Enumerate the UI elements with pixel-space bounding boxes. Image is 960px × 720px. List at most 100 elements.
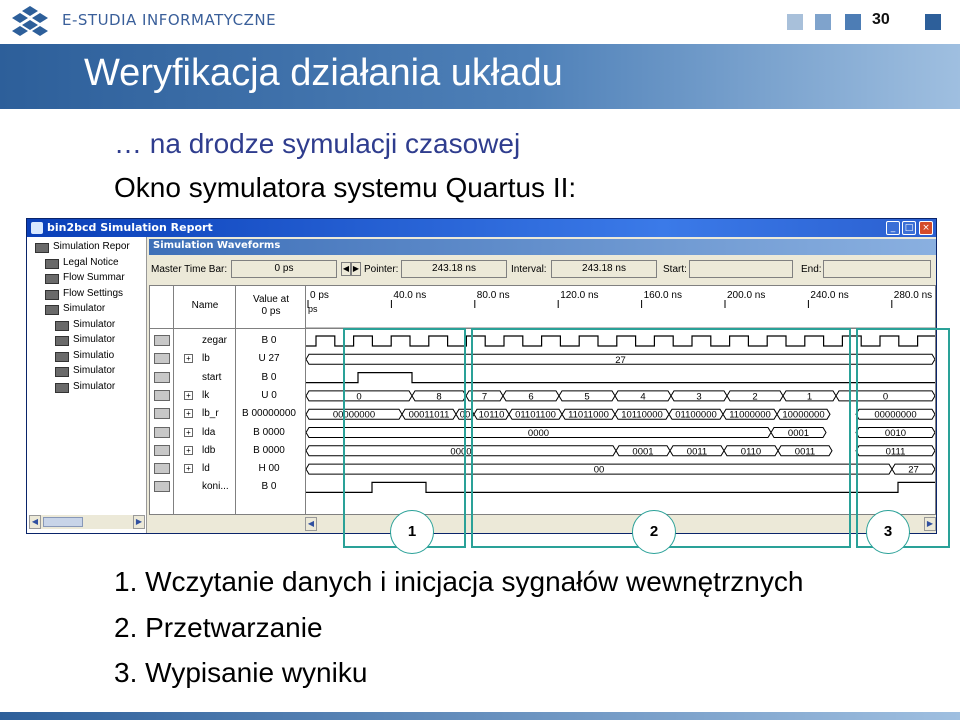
page-number: 30 — [872, 11, 890, 28]
signal-row[interactable]: + lda B 0000 — [150, 424, 306, 442]
expand-icon[interactable]: + — [184, 354, 193, 364]
signal-row[interactable]: + lb_r B 00000000 — [150, 405, 306, 423]
pointer-label: Pointer: — [364, 264, 399, 275]
signal-type-icon — [154, 353, 170, 365]
scroll-left-icon[interactable]: ◀ — [29, 515, 41, 529]
tree-node-icon — [55, 351, 69, 362]
tree-scrollbar[interactable]: ◀ ▶ — [29, 515, 145, 529]
time-tick-label: 240.0 ns — [810, 290, 848, 301]
tree-node-icon — [55, 320, 69, 331]
tree-node-icon — [45, 289, 59, 300]
time-tick-label: 80.0 ns — [477, 290, 510, 301]
start-field[interactable] — [689, 260, 793, 278]
signal-type-icon — [154, 335, 170, 346]
value-header[interactable]: Value at 0 ps — [236, 294, 306, 318]
region-3-marker: 3 — [866, 510, 910, 554]
time-tick-label: 200.0 ns — [727, 290, 765, 301]
region-2-marker: 2 — [632, 510, 676, 554]
expand-icon[interactable]: + — [184, 427, 193, 437]
time-origin-label: ps — [308, 304, 318, 314]
signal-name: zegar — [202, 335, 228, 346]
window-title: bin2bcd Simulation Report — [47, 221, 213, 234]
time-tick-label: 40.0 ns — [393, 290, 426, 301]
tree-node[interactable]: Flow Settings — [63, 288, 123, 299]
tree-node[interactable]: Simulator — [63, 303, 105, 314]
pointer-field[interactable]: 243.18 ns — [401, 260, 507, 278]
next-arrow-icon[interactable]: ▶ — [351, 262, 361, 276]
tree-node[interactable]: Simulation Repor — [53, 241, 130, 252]
minimize-button[interactable]: _ — [886, 221, 900, 235]
list-item-1: 1. Wczytanie danych i inicjacja sygnałów… — [114, 566, 804, 597]
signal-value: B 0000 — [253, 426, 285, 438]
master-time-field[interactable]: 0 ps — [231, 260, 337, 278]
tree-node[interactable]: Simulator — [73, 365, 115, 376]
deco-square — [787, 14, 803, 30]
tree-node[interactable]: Simulator — [73, 319, 115, 330]
signal-name: ld — [202, 463, 210, 475]
tree-node-icon — [45, 274, 59, 284]
master-time-label: Master Time Bar: — [151, 264, 228, 275]
time-tick-label: 280.0 ns — [894, 290, 932, 301]
expand-icon[interactable]: + — [184, 445, 193, 455]
tree-node-icon — [35, 243, 49, 253]
time-tick-label: 120.0 ns — [560, 290, 598, 301]
signal-type-icon — [154, 463, 170, 475]
signal-value: B 0 — [261, 481, 277, 493]
tree-node[interactable]: Simulatio — [73, 350, 114, 361]
close-button[interactable]: × — [919, 221, 933, 235]
brand-name: E-STUDIA INFORMATYCZNE — [62, 11, 277, 29]
bottom-bar — [0, 712, 960, 720]
signal-value: U 0 — [261, 389, 277, 401]
interval-field[interactable]: 243.18 ns — [551, 260, 657, 278]
signal-row[interactable]: zegar B 0 — [150, 332, 306, 350]
name-header[interactable]: Name — [174, 300, 236, 311]
scroll-right-icon[interactable]: ▶ — [133, 515, 145, 529]
region-1-marker: 1 — [390, 510, 434, 554]
signal-value: H 00 — [258, 463, 280, 475]
signal-row[interactable]: + lk U 0 — [150, 387, 306, 405]
signal-type-icon — [154, 444, 170, 456]
signal-row[interactable]: + ld H 00 — [150, 460, 306, 478]
tree-node-icon — [45, 305, 59, 315]
prev-arrow-icon[interactable]: ◀ — [341, 262, 351, 276]
signal-row[interactable]: + ldb B 0000 — [150, 442, 306, 460]
tree-node[interactable]: Simulator — [73, 334, 115, 345]
tree-node[interactable]: Flow Summar — [63, 272, 125, 283]
signal-type-icon — [154, 371, 170, 383]
tree-node-icon — [55, 336, 69, 346]
pane-header: Simulation Waveforms — [149, 239, 936, 255]
signal-name: lb — [202, 353, 210, 365]
slide-subtitle: … na drodze symulacji czasowej — [114, 128, 521, 159]
signal-name: lb_r — [202, 408, 219, 420]
end-field[interactable] — [823, 260, 931, 278]
pane-title: Simulation Waveforms — [153, 240, 281, 251]
list-item-2: 2. Przetwarzanie — [114, 612, 323, 643]
tree-node[interactable]: Simulator — [73, 381, 115, 392]
window-titlebar[interactable]: bin2bcd Simulation Report _ □ × — [27, 219, 936, 237]
signal-value: B 0 — [261, 335, 277, 346]
tree-node[interactable]: Legal Notice — [63, 257, 119, 268]
signal-type-icon — [154, 426, 170, 438]
expand-icon[interactable]: + — [184, 409, 193, 419]
tree-node-icon — [55, 382, 69, 393]
signal-row[interactable]: start B 0 — [150, 369, 306, 387]
signal-value: B 00000000 — [242, 408, 296, 420]
scroll-thumb[interactable] — [43, 517, 83, 527]
end-label: End: — [801, 264, 822, 275]
signal-type-icon — [154, 389, 170, 401]
deco-square — [845, 14, 861, 30]
scroll-left-icon[interactable]: ◀ — [305, 517, 317, 531]
signal-value: U 27 — [258, 353, 280, 365]
maximize-button[interactable]: □ — [902, 221, 916, 235]
signal-type-icon — [154, 408, 170, 420]
expand-icon[interactable]: + — [184, 464, 193, 474]
signal-row[interactable]: koni... B 0 — [150, 478, 306, 496]
slide-title: Weryfikacja działania układu — [84, 52, 563, 94]
expand-icon[interactable]: + — [184, 390, 193, 400]
start-label: Start: — [663, 264, 687, 275]
time-tick-label: 160.0 ns — [644, 290, 682, 301]
tree-node-icon — [45, 258, 59, 269]
estudia-logo-icon — [12, 6, 48, 36]
signal-value: B 0 — [261, 371, 277, 383]
signal-row[interactable]: + lb U 27 — [150, 350, 306, 368]
